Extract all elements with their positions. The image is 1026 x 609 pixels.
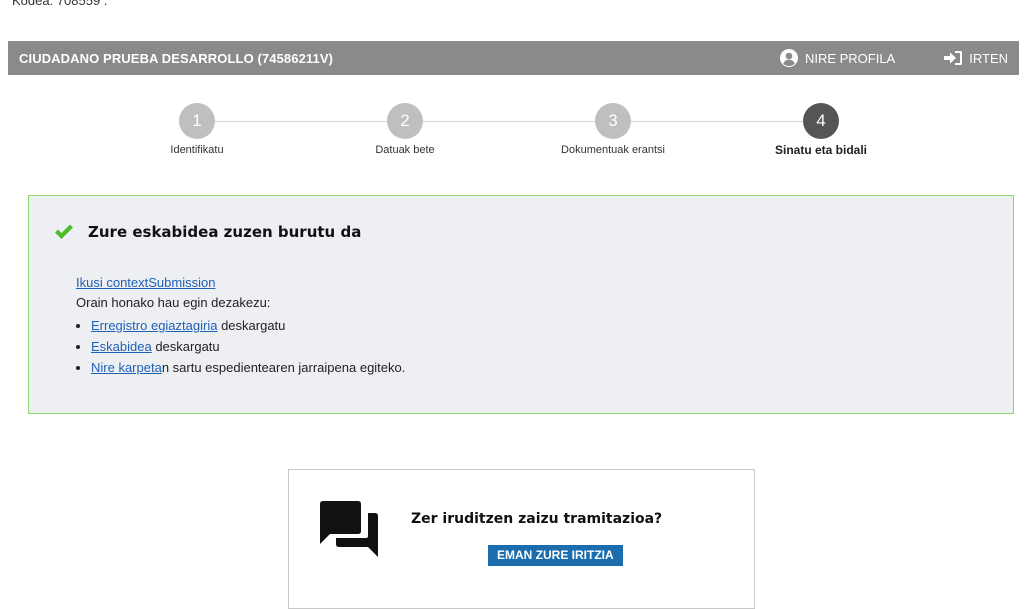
registry-receipt-link[interactable]: Erregistro egiaztagiria <box>91 318 217 333</box>
my-profile-label: NIRE PROFILA <box>804 50 896 66</box>
step-number: 4 <box>803 103 839 139</box>
checkmark-icon <box>54 224 74 240</box>
options-intro: Orain honako hau egin dezakezu: <box>76 295 271 310</box>
success-title: Zure eskabidea zuzen burutu da <box>88 223 362 241</box>
my-profile-link[interactable]: NIRE PROFILA <box>779 48 895 68</box>
step-label: Datuak bete <box>375 144 435 156</box>
step-sign-and-send: 4 Sinatu eta bidali <box>741 103 901 157</box>
user-circle-icon <box>779 48 799 68</box>
step-number: 1 <box>179 103 215 139</box>
view-submission-link[interactable]: Ikusi contextSubmission <box>76 275 215 290</box>
stepper-connector-line <box>197 121 820 122</box>
list-item: Eskabidea deskargatu <box>76 336 405 357</box>
step-label: Sinatu eta bidali <box>774 143 867 157</box>
step-label: Identifikatu <box>170 144 224 156</box>
progress-stepper: 1 Identifikatu 2 Datuak bete 3 Dokumentu… <box>0 103 1026 163</box>
step-number: 2 <box>387 103 423 139</box>
exit-link[interactable]: IRTEN <box>943 50 1008 66</box>
feedback-question: Zer iruditzen zaizu tramitazioa? <box>411 511 663 527</box>
application-link[interactable]: Eskabidea <box>91 339 152 354</box>
give-feedback-button[interactable]: EMAN ZURE IRITZIA <box>488 545 623 566</box>
success-header: Zure eskabidea zuzen burutu da <box>54 223 361 241</box>
list-item-text: deskargatu <box>151 339 220 354</box>
success-body: Ikusi contextSubmission Orain honako hau… <box>76 273 405 378</box>
exit-label: IRTEN <box>969 50 1008 66</box>
sign-in-arrow-icon <box>943 50 963 66</box>
step-identify: 1 Identifikatu <box>117 103 277 156</box>
step-number: 3 <box>595 103 631 139</box>
top-bar: CIUDADANO PRUEBA DESARROLLO (74586211V) … <box>8 41 1019 75</box>
options-list: Erregistro egiaztagiria deskargatu Eskab… <box>76 315 405 378</box>
list-item: Nire karpetan sartu espedientearen jarra… <box>76 357 405 378</box>
list-item: Erregistro egiaztagiria deskargatu <box>76 315 405 336</box>
top-actions: NIRE PROFILA IRTEN <box>779 41 1019 75</box>
feedback-box: Zer iruditzen zaizu tramitazioa? EMAN ZU… <box>288 469 755 609</box>
chat-bubbles-icon <box>320 501 378 564</box>
list-item-text: n sartu espedientearen jarraipena egitek… <box>161 360 406 375</box>
step-label: Dokumentuak erantsi <box>561 144 665 156</box>
success-panel: Zure eskabidea zuzen burutu da Ikusi con… <box>28 195 1014 414</box>
step-attach-documents: 3 Dokumentuak erantsi <box>533 103 693 156</box>
reference-code-text: Kodea: 708559 . <box>12 0 108 8</box>
my-folder-link[interactable]: Nire karpeta <box>91 360 162 375</box>
list-item-text: deskargatu <box>217 318 286 333</box>
user-name: CIUDADANO PRUEBA DESARROLLO (74586211V) <box>19 50 334 66</box>
step-fill-data: 2 Datuak bete <box>325 103 485 156</box>
